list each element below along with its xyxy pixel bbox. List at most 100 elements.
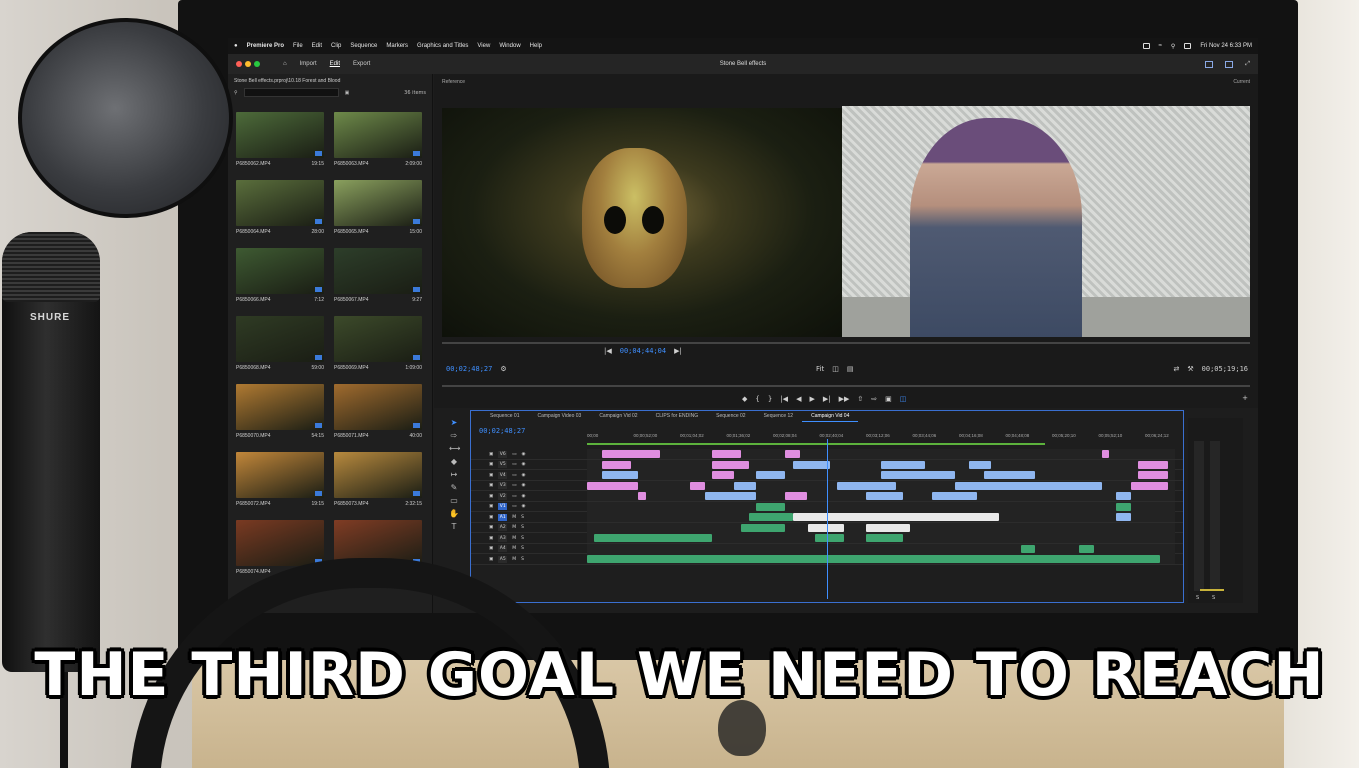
track-target[interactable]: V2 [498,492,508,500]
program-scrubber[interactable] [442,385,1250,387]
timeline-clip[interactable] [594,534,712,542]
mute-button[interactable]: M [512,546,516,551]
sync-lock-icon[interactable]: ▭ [512,483,516,488]
sync-lock-icon[interactable]: ▭ [512,494,516,499]
timeline-clip[interactable] [932,492,977,500]
settings-icon[interactable]: ⚙ [500,365,506,373]
step-forward-icon[interactable]: ▶| [823,395,831,403]
solo-button[interactable]: S [521,515,524,520]
menu-edit[interactable]: Edit [312,43,322,49]
timeline-clip[interactable] [1130,481,1168,490]
track-target[interactable]: V3 [498,482,508,489]
track-target[interactable]: A5 [498,555,508,563]
track-target[interactable]: A4 [498,545,508,552]
sequence-tab[interactable]: Sequence 02 [707,411,754,422]
clip-thumbnail[interactable]: P6850068.MP4 59:00 [236,316,326,382]
timeline-clip[interactable] [1116,502,1131,511]
sequence-tab[interactable]: Campaign Vid 04 [802,411,859,422]
timeline-clip[interactable] [814,534,845,542]
mute-button[interactable]: M [512,557,516,562]
time-ruler[interactable]: 00;00 00;00;52;00 00;01;04;02 00;01;36;02 00… [587,433,1175,445]
track-target[interactable]: V4 [498,471,508,479]
track-target[interactable]: A1 [498,513,508,521]
eye-icon[interactable]: ◉ [522,483,526,488]
timeline-clip[interactable] [881,460,926,469]
mute-button[interactable]: M [512,525,516,530]
menu-window[interactable]: Window [499,43,520,49]
menu-sequence[interactable]: Sequence [350,43,377,49]
timeline-clip[interactable] [748,513,793,521]
lift-icon[interactable]: ⇧ [857,395,863,403]
ripple-edit-icon[interactable]: ⟷ [449,444,460,453]
fit-dropdown[interactable]: Fit [816,365,824,373]
timeline-clip[interactable] [1116,492,1131,500]
reference-scrubber[interactable] [442,342,1250,344]
project-search-input[interactable] [243,88,339,97]
track-area[interactable] [587,522,1175,533]
lock-icon[interactable]: ▣ [489,557,493,562]
sync-lock-icon[interactable]: ▭ [512,462,516,467]
timeline-clip[interactable] [881,471,955,479]
clip-thumbnail[interactable]: P6850071.MP4 40:00 [334,384,424,450]
clip-thumbnail[interactable]: P6850062.MP4 19:15 [236,112,326,178]
clip-thumbnail[interactable]: P6850063.MP4 2:09:00 [334,112,424,178]
timeline-clip[interactable] [601,450,661,458]
sequence-tab[interactable]: CLIPS for ENDING [647,411,708,422]
timeline-clip[interactable] [711,471,734,479]
clip-thumbnail[interactable]: P6850070.MP4 54:15 [236,384,326,450]
tab-import[interactable]: Import [300,61,317,67]
sequence-tab[interactable]: Campaign Video 03 [528,411,590,422]
eye-icon[interactable]: ◉ [522,473,526,478]
menu-help[interactable]: Help [530,43,542,49]
clip-thumbnail[interactable]: P6850072.MP4 19:15 [236,452,326,518]
mark-in-icon[interactable]: { [755,395,759,403]
sync-lock-icon[interactable]: ▭ [512,452,516,457]
mark-out-icon[interactable]: } [768,395,772,403]
tab-edit[interactable]: Edit [330,61,340,67]
side-by-side-icon[interactable]: ▤ [847,365,854,373]
timeline-clip[interactable] [689,481,705,490]
zoom-window-button[interactable] [254,61,260,67]
timeline-clip[interactable] [638,492,646,500]
reference-frame[interactable] [442,108,842,337]
home-icon[interactable]: ⌂ [283,61,287,67]
share-icon[interactable] [1225,60,1234,68]
timeline-clip[interactable] [1138,460,1168,469]
new-bin-icon[interactable]: ▣ [345,90,350,96]
extract-icon[interactable]: ⇨ [871,395,877,403]
timeline-clip[interactable] [785,450,801,458]
lock-icon[interactable]: ▣ [489,546,493,551]
slip-tool-icon[interactable]: ↦ [449,470,459,479]
lock-icon[interactable]: ▣ [489,494,493,499]
current-frame[interactable] [842,106,1250,337]
minimize-window-button[interactable] [245,61,251,67]
clip-thumbnail[interactable]: P6850064.MP4 28:00 [236,180,326,246]
clip-thumbnail[interactable]: P6850065.MP4 15:00 [334,180,424,246]
timeline-clip[interactable] [792,460,830,469]
clip-thumbnail[interactable]: P6850066.MP4 7:12 [236,248,326,314]
timeline-clip[interactable] [983,471,1036,479]
compare-view-icon[interactable]: ◫ [832,365,839,373]
track-area[interactable] [587,459,1175,470]
close-window-button[interactable] [236,61,242,67]
eye-icon[interactable]: ◉ [522,452,526,457]
lock-icon[interactable]: ▣ [489,462,493,467]
timeline-clip[interactable] [711,460,749,469]
search-icon[interactable]: ⚲ [1171,43,1175,50]
timeline-clip[interactable] [1138,471,1168,479]
timeline-clip[interactable] [601,471,639,479]
track-area[interactable] [587,501,1175,512]
playhead[interactable] [827,439,828,599]
next-edit-icon[interactable]: ▶| [674,347,682,355]
swap-icon[interactable]: ⇄ [1173,365,1179,373]
track-target[interactable]: V5 [498,461,508,468]
timeline-clip[interactable] [954,481,1102,490]
rectangle-tool-icon[interactable]: ▭ [449,496,459,505]
timeline-clip[interactable] [1079,544,1095,553]
solo-button[interactable]: S [521,536,524,541]
timeline-clip[interactable] [711,450,742,458]
lock-icon[interactable]: ▣ [489,525,493,530]
timeline-clip[interactable] [866,492,904,500]
menu-view[interactable]: View [477,43,490,49]
timeline-clip[interactable] [734,481,757,490]
